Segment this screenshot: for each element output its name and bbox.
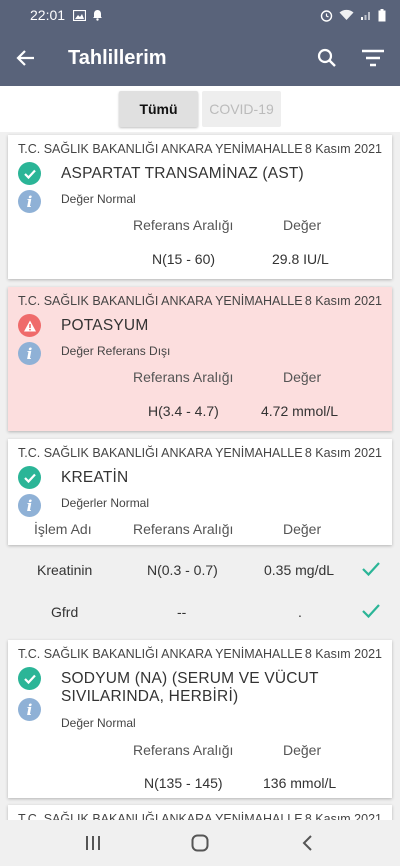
value-header: Değer bbox=[283, 217, 322, 233]
reference-range-header: Referans Aralığı bbox=[133, 742, 234, 758]
search-button[interactable] bbox=[304, 30, 350, 86]
result-date: 8 Kasım 2021 bbox=[304, 446, 382, 460]
result-card-kreatin[interactable]: T.C. SAĞLIK BAKANLIĞI ANKARA YENİMAHALLE… bbox=[8, 439, 392, 545]
wifi-icon bbox=[339, 9, 354, 20]
procedure-name: Gfrd bbox=[51, 604, 79, 620]
result-value: 136 mmol/L bbox=[263, 775, 337, 791]
bell-notification-icon bbox=[93, 10, 103, 21]
procedure-name-header: İşlem Adı bbox=[34, 521, 92, 537]
system-nav-bar bbox=[0, 820, 400, 866]
info-icon[interactable]: i bbox=[18, 190, 41, 213]
results-list: T.C. SAĞLIK BAKANLIĞI ANKARA YENİMAHALLE… bbox=[0, 132, 400, 820]
status-bar: 22:01 bbox=[0, 0, 400, 30]
reference-range-value: N(0.3 - 0.7) bbox=[147, 562, 218, 578]
sub-result-row[interactable]: Kreatinin N(0.3 - 0.7) 0.35 mg/dL bbox=[0, 550, 400, 592]
reference-range-value: H(3.4 - 4.7) bbox=[148, 403, 219, 419]
value-header: Değer bbox=[283, 369, 322, 385]
warning-icon bbox=[18, 314, 41, 337]
test-name: SODYUM (NA) (SERUM VE VÜCUT SIVILARINDA,… bbox=[61, 670, 319, 705]
procedure-name: Kreatinin bbox=[37, 562, 93, 578]
result-card-sodyum[interactable]: T.C. SAĞLIK BAKANLIĞI ANKARA YENİMAHALLE… bbox=[8, 640, 392, 798]
image-notification-icon bbox=[73, 9, 87, 21]
reference-range-value: -- bbox=[177, 604, 187, 620]
page-title: Tahlillerim bbox=[68, 46, 167, 69]
institution-name: T.C. SAĞLIK BAKANLIĞI ANKARA YENİMAHALLE bbox=[18, 446, 303, 460]
result-value: 29.8 IU/L bbox=[272, 251, 329, 267]
signal-icon bbox=[361, 12, 370, 20]
value-header: Değer bbox=[283, 521, 322, 537]
reference-range-value: N(15 - 60) bbox=[152, 251, 216, 267]
info-icon[interactable]: i bbox=[18, 342, 41, 365]
home-icon bbox=[191, 834, 209, 852]
result-card-ast[interactable]: T.C. SAĞLIK BAKANLIĞI ANKARA YENİMAHALLE… bbox=[8, 135, 392, 279]
app-bar: Tahlillerim bbox=[0, 30, 400, 86]
result-value: 4.72 mmol/L bbox=[261, 403, 339, 419]
filter-icon bbox=[362, 49, 384, 67]
reference-range-header: Referans Aralığı bbox=[133, 217, 234, 233]
check-icon bbox=[361, 560, 381, 583]
info-icon[interactable]: i bbox=[18, 494, 41, 517]
result-value: 0.35 mg/dL bbox=[264, 562, 335, 578]
result-card-potasyum[interactable]: T.C. SAĞLIK BAKANLIĞI ANKARA YENİMAHALLE… bbox=[8, 287, 392, 431]
home-button[interactable] bbox=[170, 820, 230, 866]
result-status-text: Değer Referans Dışı bbox=[61, 344, 171, 358]
back-nav-button[interactable] bbox=[277, 820, 337, 866]
test-name: ASPARTAT TRANSAMİNAZ (AST) bbox=[61, 165, 304, 182]
result-card-partial[interactable]: T.C. SAĞLIK BAKANLIĞI ANKARA YENİMAHALLE… bbox=[8, 805, 392, 820]
sub-result-row[interactable]: Gfrd -- . bbox=[0, 592, 400, 634]
institution-name: T.C. SAĞLIK BAKANLIĞI ANKARA YENİMAHALLE bbox=[18, 647, 303, 661]
reference-range-value: N(135 - 145) bbox=[144, 775, 223, 791]
test-name: KREATİN bbox=[61, 469, 129, 486]
alarm-icon bbox=[320, 9, 333, 22]
result-date: 8 Kasım 2021 bbox=[304, 142, 382, 156]
check-icon bbox=[361, 602, 381, 625]
battery-icon bbox=[378, 8, 386, 21]
result-date: 8 Kasım 2021 bbox=[304, 647, 382, 661]
tab-all[interactable]: Tümü bbox=[119, 91, 198, 127]
arrow-left-icon bbox=[16, 50, 34, 66]
filter-button[interactable] bbox=[350, 30, 396, 86]
recent-apps-icon bbox=[86, 836, 101, 850]
chevron-left-icon bbox=[302, 835, 312, 851]
reference-range-header: Referans Aralığı bbox=[133, 369, 234, 385]
back-button[interactable] bbox=[0, 30, 54, 86]
reference-range-header: Referans Aralığı bbox=[133, 521, 234, 537]
info-icon[interactable]: i bbox=[18, 698, 41, 721]
result-status-text: Değer Normal bbox=[61, 716, 136, 730]
institution-name: T.C. SAĞLIK BAKANLIĞI ANKARA YENİMAHALLE bbox=[18, 142, 303, 156]
institution-name: T.C. SAĞLIK BAKANLIĞI ANKARA YENİMAHALLE bbox=[18, 294, 303, 308]
check-circle-icon bbox=[18, 667, 41, 690]
search-icon bbox=[317, 48, 336, 67]
value-header: Değer bbox=[283, 742, 322, 758]
result-status-text: Değer Normal bbox=[61, 192, 136, 206]
institution-name: T.C. SAĞLIK BAKANLIĞI ANKARA YENİMAHALLE bbox=[18, 812, 303, 820]
status-time: 22:01 bbox=[30, 7, 66, 23]
filter-tabs: Tümü COVID-19 bbox=[0, 86, 400, 132]
recent-apps-button[interactable] bbox=[63, 820, 123, 866]
result-date: 8 Kasım 2021 bbox=[304, 812, 382, 820]
tab-covid19[interactable]: COVID-19 bbox=[202, 91, 281, 127]
result-date: 8 Kasım 2021 bbox=[304, 294, 382, 308]
check-circle-icon bbox=[18, 466, 41, 489]
check-circle-icon bbox=[18, 162, 41, 185]
test-name: POTASYUM bbox=[61, 317, 149, 334]
result-value: . bbox=[298, 604, 302, 620]
result-status-text: Değerler Normal bbox=[61, 496, 150, 510]
